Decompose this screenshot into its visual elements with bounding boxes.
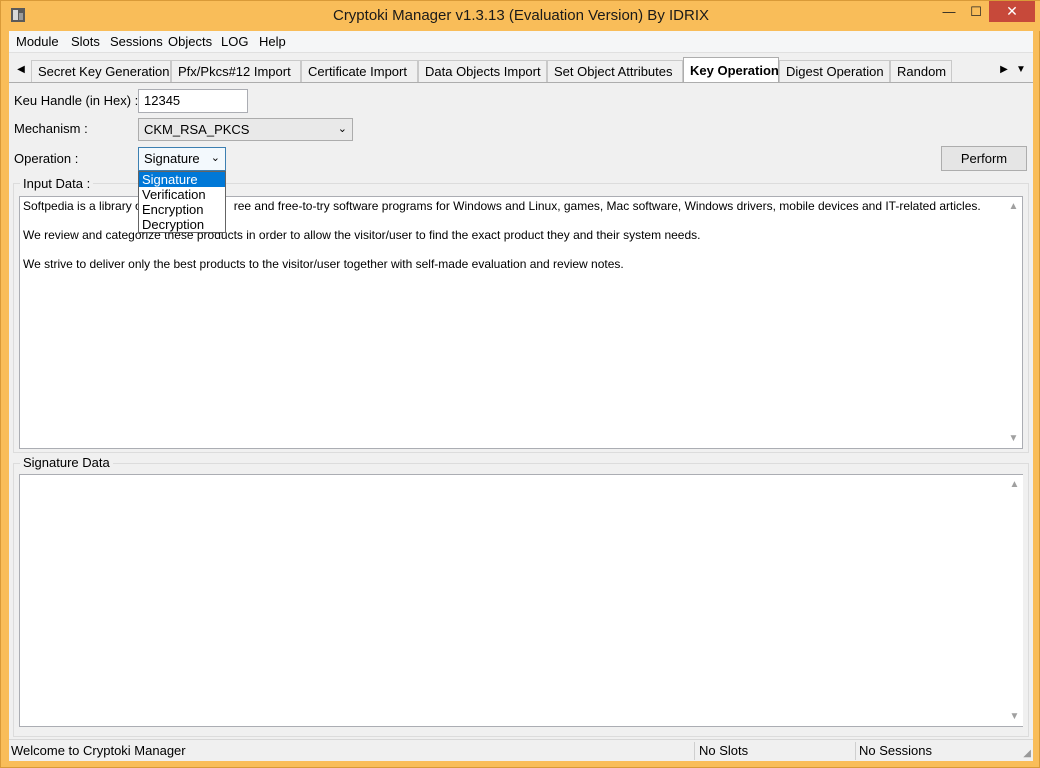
status-separator — [694, 742, 695, 760]
input-data-title: Input Data : — [20, 176, 94, 191]
operation-select[interactable]: Signature ⌄ — [138, 147, 226, 171]
tab-set-object-attributes[interactable]: Set Object Attributes — [547, 60, 683, 82]
mechanism-value: CKM_RSA_PKCS — [144, 122, 250, 137]
operation-option-verification[interactable]: Verification — [139, 187, 225, 202]
title-bar[interactable]: Cryptoki Manager v1.3.13 (Evaluation Ver… — [1, 1, 1040, 31]
operation-label: Operation : — [14, 151, 79, 166]
input-data-line-3: We strive to deliver only the best produ… — [23, 257, 624, 271]
menu-help[interactable]: Help — [259, 34, 286, 49]
mechanism-select[interactable]: CKM_RSA_PKCS ⌄ — [138, 118, 353, 141]
maximize-button[interactable]: ☐ — [962, 1, 990, 22]
operation-option-decryption[interactable]: Decryption — [139, 217, 225, 232]
tab-secret-key-generation[interactable]: Secret Key Generation — [31, 60, 171, 82]
input-data-line-1-end: ree and free-to-try software programs fo… — [233, 199, 981, 213]
menu-log[interactable]: LOG — [221, 34, 248, 49]
close-button[interactable]: ✕ — [989, 1, 1035, 22]
tab-certificate-import[interactable]: Certificate Import — [301, 60, 418, 82]
operation-value: Signature — [144, 151, 200, 166]
signature-data-scrollbar[interactable]: ▲ ▼ — [1006, 475, 1023, 726]
signature-data-textarea[interactable] — [19, 474, 1023, 727]
operation-option-signature[interactable]: Signature — [139, 172, 225, 187]
menu-bar: Module Slots Sessions Objects LOG Help — [9, 31, 1033, 53]
status-bar: Welcome to Cryptoki Manager No Slots No … — [9, 739, 1033, 761]
status-separator — [855, 742, 856, 760]
minimize-button[interactable]: — — [935, 1, 963, 22]
status-sessions: No Sessions — [859, 743, 932, 758]
menu-sessions[interactable]: Sessions — [110, 34, 163, 49]
tab-key-operation[interactable]: Key Operation — [683, 57, 779, 83]
key-operation-panel: Keu Handle (in Hex) : 12345 Mechanism : … — [9, 82, 1033, 741]
input-data-scrollbar[interactable]: ▲ ▼ — [1005, 197, 1022, 448]
tab-digest-operation[interactable]: Digest Operation — [779, 60, 890, 82]
resize-grip-icon[interactable]: ◢ — [1023, 748, 1031, 759]
status-slots: No Slots — [699, 743, 749, 758]
tab-pfx-import[interactable]: Pfx/Pkcs#12 Import — [171, 60, 301, 82]
operation-option-encryption[interactable]: Encryption — [139, 202, 225, 217]
tab-scroll-left-icon[interactable]: ◀ — [14, 62, 28, 78]
input-data-textarea[interactable]: Softpedia is a library o ree and free-to-… — [19, 196, 1023, 449]
tab-scroll-right-icon[interactable]: ▶ — [997, 62, 1011, 78]
scroll-up-icon[interactable]: ▲ — [1006, 479, 1023, 490]
menu-module[interactable]: Module — [16, 34, 59, 49]
input-data-line-1-start: Softpedia is a library o — [23, 199, 142, 213]
app-window: Cryptoki Manager v1.3.13 (Evaluation Ver… — [0, 0, 1040, 768]
signature-data-title: Signature Data — [20, 455, 113, 470]
key-handle-label: Keu Handle (in Hex) : — [14, 93, 139, 108]
operation-dropdown-list: Signature Verification Encryption Decryp… — [138, 171, 226, 233]
window-title: Cryptoki Manager v1.3.13 (Evaluation Ver… — [332, 7, 709, 24]
tab-data-objects-import[interactable]: Data Objects Import — [418, 60, 547, 82]
menu-objects[interactable]: Objects — [168, 34, 212, 49]
menu-slots[interactable]: Slots — [71, 34, 100, 49]
key-handle-input[interactable]: 12345 — [138, 89, 248, 113]
perform-button[interactable]: Perform — [941, 146, 1027, 171]
scroll-down-icon[interactable]: ▼ — [1005, 433, 1022, 444]
scroll-up-icon[interactable]: ▲ — [1005, 201, 1022, 212]
status-message: Welcome to Cryptoki Manager — [11, 743, 186, 758]
tab-overflow-icon[interactable]: ▼ — [1014, 62, 1028, 78]
mechanism-label: Mechanism : — [14, 121, 88, 136]
chevron-down-icon: ⌄ — [337, 123, 347, 135]
tab-strip: ◀ Secret Key Generation Pfx/Pkcs#12 Impo… — [9, 57, 1033, 83]
tab-random[interactable]: Random — [890, 60, 952, 82]
scroll-down-icon[interactable]: ▼ — [1006, 711, 1023, 722]
client-area: Module Slots Sessions Objects LOG Help ◀… — [9, 31, 1033, 761]
chevron-down-icon: ⌄ — [210, 152, 220, 164]
